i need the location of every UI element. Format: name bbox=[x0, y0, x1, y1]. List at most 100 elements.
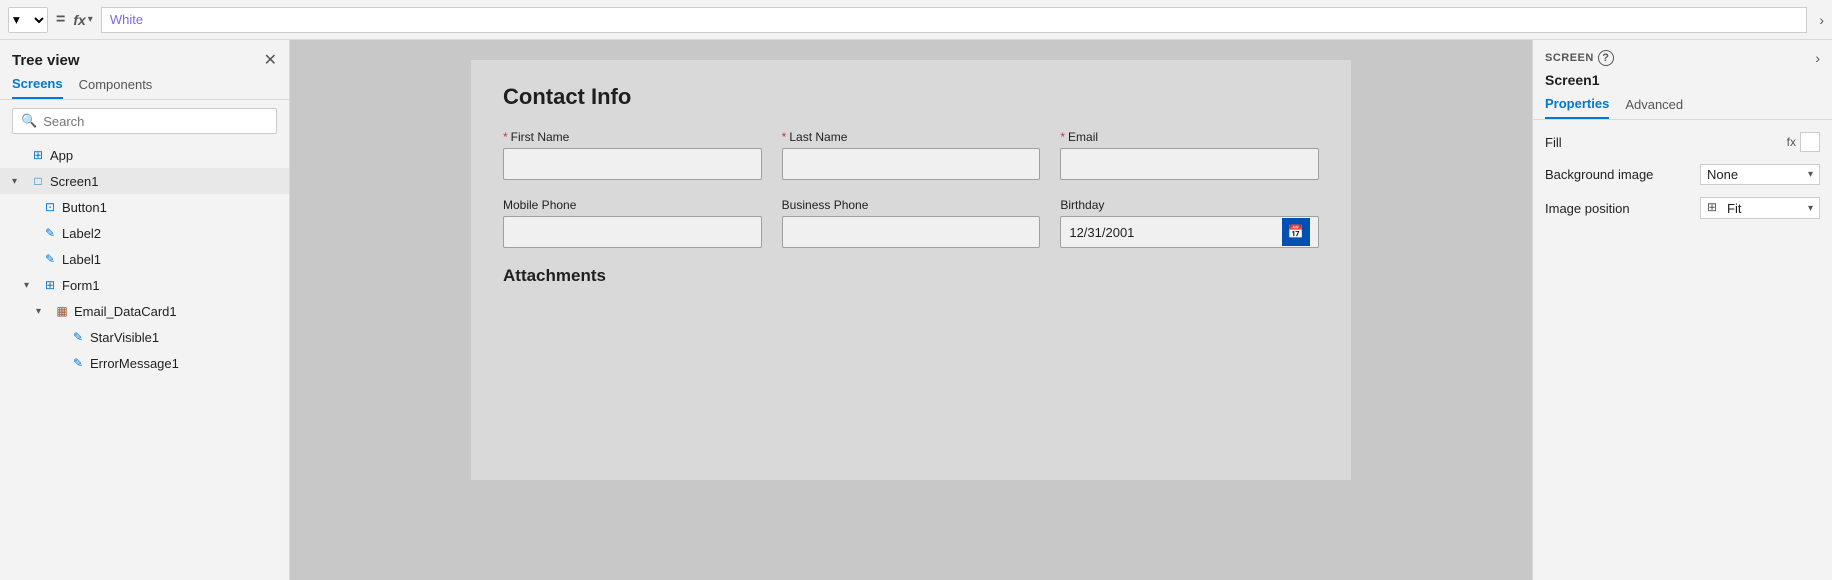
input-email[interactable] bbox=[1060, 148, 1319, 180]
tree-item-button1[interactable]: ⊡ Button1 bbox=[0, 194, 289, 220]
background-image-chevron-icon: ▾ bbox=[1808, 169, 1813, 180]
field-first-name: * First Name bbox=[503, 130, 762, 180]
right-panel: SCREEN ? › Screen1 Properties Advanced F… bbox=[1532, 40, 1832, 580]
prop-row-background-image: Background image None ▾ bbox=[1545, 164, 1820, 185]
screen-section-label: SCREEN ? bbox=[1545, 50, 1614, 66]
fill-fx-icon[interactable]: fx bbox=[1787, 135, 1796, 149]
label-text-business-phone: Business Phone bbox=[782, 198, 869, 212]
tree-close-button[interactable]: ✕ bbox=[264, 50, 277, 70]
screen1-chevron-icon: ▾ bbox=[12, 176, 26, 187]
image-position-value: Fit bbox=[1727, 201, 1804, 216]
property-dropdown[interactable]: ▾ bbox=[8, 7, 48, 33]
tree-content: ⊞ App ▾ □ Screen1 ••• ⊡ Button1 ✎ Label2 bbox=[0, 142, 289, 580]
starvisible1-icon: ✎ bbox=[70, 329, 86, 345]
field-label-business-phone: Business Phone bbox=[782, 198, 1041, 212]
canvas-area: Contact Info * First Name * Last Name bbox=[290, 40, 1532, 580]
tree-item-label-form1: Form1 bbox=[62, 278, 277, 293]
tree-item-label-starvisible1: StarVisible1 bbox=[90, 330, 277, 345]
tab-properties[interactable]: Properties bbox=[1545, 96, 1609, 119]
tree-item-errormessage1[interactable]: ✎ ErrorMessage1 bbox=[0, 350, 289, 376]
tree-header: Tree view ✕ bbox=[0, 40, 289, 76]
prop-value-fill: fx bbox=[1787, 132, 1820, 152]
background-image-value: None bbox=[1707, 167, 1804, 182]
tree-item-label-errormessage1: ErrorMessage1 bbox=[90, 356, 277, 371]
errormessage1-icon: ✎ bbox=[70, 355, 86, 371]
tree-item-form1[interactable]: ▾ ⊞ Form1 bbox=[0, 272, 289, 298]
image-position-dropdown[interactable]: ⊞ Fit ▾ bbox=[1700, 197, 1820, 219]
fx-button[interactable]: fx ▾ bbox=[73, 12, 92, 28]
search-box: 🔍 bbox=[12, 108, 277, 134]
tree-item-starvisible1[interactable]: ✎ StarVisible1 bbox=[0, 324, 289, 350]
tree-item-email-datacard1[interactable]: ▾ ▦ Email_DataCard1 bbox=[0, 298, 289, 324]
label-text-first-name: First Name bbox=[511, 130, 570, 144]
form1-chevron-icon: ▾ bbox=[24, 280, 38, 291]
required-star-last-name: * bbox=[782, 130, 787, 144]
calendar-icon[interactable]: 📅 bbox=[1282, 218, 1310, 246]
tree-item-label-screen1: Screen1 bbox=[50, 174, 256, 189]
background-image-dropdown[interactable]: None ▾ bbox=[1700, 164, 1820, 185]
screen1-icon: □ bbox=[30, 173, 46, 189]
prop-label-fill: Fill bbox=[1545, 135, 1562, 150]
tree-item-label-label1: Label1 bbox=[62, 252, 277, 267]
tab-advanced[interactable]: Advanced bbox=[1625, 96, 1683, 119]
field-email: * Email bbox=[1060, 130, 1319, 180]
fx-label: fx bbox=[73, 12, 85, 28]
input-mobile-phone[interactable] bbox=[503, 216, 762, 248]
date-input-birthday[interactable]: 12/31/2001 📅 bbox=[1060, 216, 1319, 248]
fx-chevron-icon: ▾ bbox=[88, 14, 93, 25]
attachments-title: Attachments bbox=[503, 266, 1319, 286]
label-text-birthday: Birthday bbox=[1060, 198, 1104, 212]
fill-color-swatch[interactable] bbox=[1800, 132, 1820, 152]
form-row-2: Mobile Phone Business Phone Birthday 12/ bbox=[503, 198, 1319, 248]
image-position-chevron-icon: ▾ bbox=[1808, 203, 1813, 214]
search-input[interactable] bbox=[43, 114, 268, 129]
prop-row-fill: Fill fx bbox=[1545, 132, 1820, 152]
field-label-mobile-phone: Mobile Phone bbox=[503, 198, 762, 212]
form1-icon: ⊞ bbox=[42, 277, 58, 293]
right-header: SCREEN ? › bbox=[1533, 40, 1832, 72]
equals-sign: = bbox=[56, 11, 65, 29]
prop-label-image-position: Image position bbox=[1545, 201, 1630, 216]
form-title: Contact Info bbox=[503, 84, 1319, 110]
formula-bar-input[interactable] bbox=[101, 7, 1808, 33]
input-business-phone[interactable] bbox=[782, 216, 1041, 248]
tree-tabs: Screens Components bbox=[0, 76, 289, 100]
tree-item-label-button1: Button1 bbox=[62, 200, 277, 215]
tree-title: Tree view bbox=[12, 52, 80, 69]
label1-icon: ✎ bbox=[42, 251, 58, 267]
tree-item-screen1[interactable]: ▾ □ Screen1 ••• bbox=[0, 168, 289, 194]
form-canvas: Contact Info * First Name * Last Name bbox=[471, 60, 1351, 480]
help-icon[interactable]: ? bbox=[1598, 50, 1614, 66]
email-datacard1-icon: ▦ bbox=[54, 303, 70, 319]
prop-row-image-position: Image position ⊞ Fit ▾ bbox=[1545, 197, 1820, 219]
button1-icon: ⊡ bbox=[42, 199, 58, 215]
screen-name: Screen1 bbox=[1533, 72, 1832, 96]
field-label-birthday: Birthday bbox=[1060, 198, 1319, 212]
tree-item-label-email-datacard1: Email_DataCard1 bbox=[74, 304, 277, 319]
label-text-mobile-phone: Mobile Phone bbox=[503, 198, 576, 212]
top-bar: ▾ = fx ▾ › bbox=[0, 0, 1832, 40]
main-layout: Tree view ✕ Screens Components 🔍 ⊞ App ▾… bbox=[0, 40, 1832, 580]
field-label-email: * Email bbox=[1060, 130, 1319, 144]
input-last-name[interactable] bbox=[782, 148, 1041, 180]
email-datacard1-chevron-icon: ▾ bbox=[36, 306, 50, 317]
tab-components[interactable]: Components bbox=[79, 76, 153, 99]
tree-panel: Tree view ✕ Screens Components 🔍 ⊞ App ▾… bbox=[0, 40, 290, 580]
tree-item-app[interactable]: ⊞ App bbox=[0, 142, 289, 168]
top-bar-chevron-right-icon: › bbox=[1819, 12, 1824, 28]
label2-icon: ✎ bbox=[42, 225, 58, 241]
tree-item-label1[interactable]: ✎ Label1 bbox=[0, 246, 289, 272]
search-icon: 🔍 bbox=[21, 113, 37, 129]
tree-item-label2[interactable]: ✎ Label2 bbox=[0, 220, 289, 246]
screen-label-text: SCREEN bbox=[1545, 52, 1594, 64]
field-label-last-name: * Last Name bbox=[782, 130, 1041, 144]
field-mobile-phone: Mobile Phone bbox=[503, 198, 762, 248]
prop-label-background-image: Background image bbox=[1545, 167, 1653, 182]
tab-screens[interactable]: Screens bbox=[12, 76, 63, 99]
image-position-icon: ⊞ bbox=[1707, 200, 1723, 216]
right-properties: Fill fx Background image None ▾ Image po… bbox=[1533, 120, 1832, 231]
form-row-1: * First Name * Last Name * Email bbox=[503, 130, 1319, 180]
field-business-phone: Business Phone bbox=[782, 198, 1041, 248]
label-text-last-name: Last Name bbox=[789, 130, 847, 144]
input-first-name[interactable] bbox=[503, 148, 762, 180]
